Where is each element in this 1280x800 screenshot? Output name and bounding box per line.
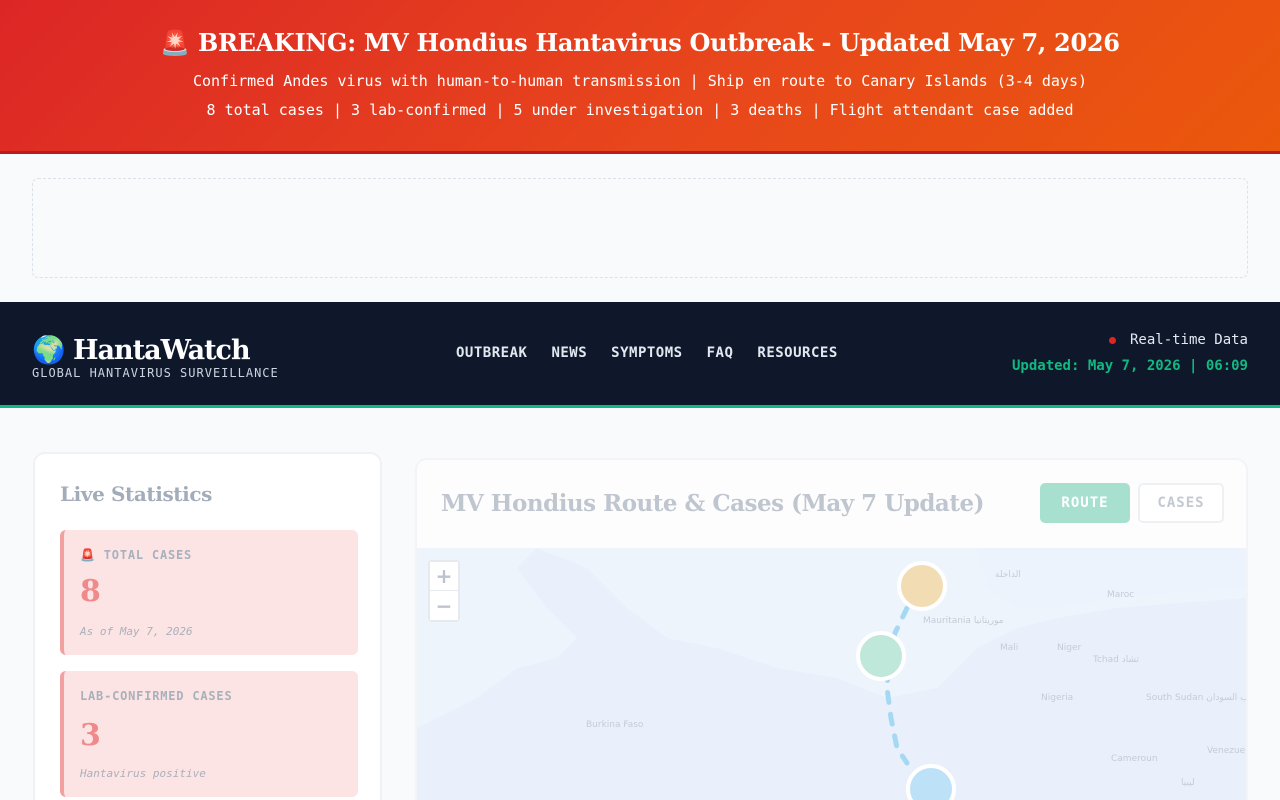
live-indicator: Real-time Data (1108, 332, 1248, 348)
zoom-out-button[interactable]: − (430, 591, 458, 620)
place-label: Venezuela (1207, 746, 1248, 756)
stat-value: 8 (80, 574, 101, 609)
cases-view-button[interactable]: CASES (1138, 483, 1224, 523)
route-map-panel: MV Hondius Route & Cases (May 7 Update) … (415, 458, 1248, 800)
live-label: Real-time Data (1129, 332, 1248, 348)
ad-placeholder (32, 178, 1248, 278)
place-label: Burkina Faso (586, 720, 644, 730)
banner-case-summary: 8 total cases | 3 lab-confirmed | 5 unde… (206, 101, 1074, 119)
place-label: Maroc (1107, 590, 1135, 600)
place-label: Mali (1000, 643, 1019, 653)
place-label: Nigeria (1041, 693, 1074, 703)
stat-label: LAB-CONFIRMED CASES (80, 689, 233, 703)
map-title: MV Hondius Route & Cases (May 7 Update) (441, 490, 984, 517)
zoom-in-button[interactable]: + (430, 562, 458, 591)
place-label: South Sudan جنوب السودان (1146, 693, 1248, 703)
case-marker-start[interactable] (897, 561, 947, 611)
live-statistics-panel: Live Statistics 🚨 TOTAL CASES 8 As of Ma… (33, 452, 382, 800)
map-zoom-control: + − (428, 560, 460, 622)
nav-link-outbreak[interactable]: OUTBREAK (456, 345, 527, 361)
site-tagline: GLOBAL HANTAVIRUS SURVEILLANCE (32, 366, 279, 380)
top-navigation: 🌍 HantaWatch GLOBAL HANTAVIRUS SURVEILLA… (0, 302, 1280, 408)
place-label: ليبيا (1181, 778, 1195, 788)
breaking-headline: 🚨 BREAKING: MV Hondius Hantavirus Outbre… (160, 28, 1120, 57)
place-label: Cameroun (1111, 754, 1158, 764)
last-updated: Updated: May 7, 2026 | 06:09 (1011, 358, 1248, 374)
nav-link-faq[interactable]: FAQ (707, 345, 734, 361)
stats-title: Live Statistics (60, 482, 212, 506)
stat-note: As of May 7, 2026 (80, 625, 193, 638)
stat-card-lab-confirmed: LAB-CONFIRMED CASES 3 Hantavirus positiv… (60, 671, 358, 797)
route-view-button[interactable]: ROUTE (1040, 483, 1130, 523)
banner-transmission-line: Confirmed Andes virus with human-to-huma… (192, 72, 1088, 90)
stat-value: 3 (80, 718, 101, 753)
outbreak-map[interactable]: الداخلة Mauritania موريتانيا Mali Niger … (417, 548, 1248, 800)
site-logo[interactable]: 🌍 HantaWatch (32, 334, 251, 366)
place-label: Tchad تشاد (1093, 655, 1140, 665)
case-marker-mid[interactable] (856, 631, 906, 681)
live-dot-icon (1108, 336, 1116, 344)
nav-links: OUTBREAK NEWS SYMPTOMS FAQ RESOURCES (456, 345, 838, 361)
nav-link-news[interactable]: NEWS (551, 345, 587, 361)
nav-link-resources[interactable]: RESOURCES (757, 345, 837, 361)
stat-label: 🚨 TOTAL CASES (80, 548, 193, 562)
nav-link-symptoms[interactable]: SYMPTOMS (611, 345, 682, 361)
stat-card-total-cases: 🚨 TOTAL CASES 8 As of May 7, 2026 (60, 530, 358, 655)
place-label: Mauritania موريتانيا (923, 616, 1004, 626)
breaking-news-banner: 🚨 BREAKING: MV Hondius Hantavirus Outbre… (0, 0, 1280, 154)
place-label: الداخلة (995, 570, 1021, 580)
stat-note: Hantavirus positive (80, 767, 206, 780)
place-label: Niger (1057, 643, 1082, 653)
